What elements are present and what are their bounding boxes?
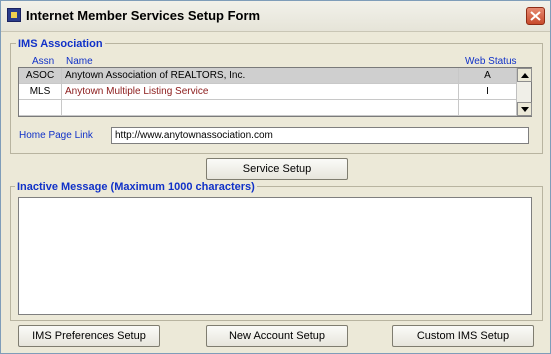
scroll-down-arrow-icon: [521, 107, 529, 112]
table-row[interactable]: MLS Anytown Multiple Listing Service I: [19, 84, 517, 100]
column-header-name: Name: [66, 56, 93, 67]
ims-association-label: IMS Association: [16, 38, 105, 50]
home-page-link-input[interactable]: [111, 127, 529, 144]
table-row-empty[interactable]: [19, 100, 517, 116]
scroll-down-button[interactable]: [517, 102, 532, 116]
scroll-up-button[interactable]: [517, 68, 532, 82]
scroll-up-arrow-icon: [521, 73, 529, 78]
app-icon: [7, 8, 21, 22]
setup-form-window: Internet Member Services Setup Form IMS …: [0, 0, 551, 354]
association-grid[interactable]: ASOC Anytown Association of REALTORS, In…: [18, 67, 532, 117]
service-setup-button[interactable]: Service Setup: [206, 158, 348, 180]
new-account-setup-button[interactable]: New Account Setup: [206, 325, 348, 347]
cell-web-status[interactable]: I: [459, 84, 517, 100]
cell-assn[interactable]: [19, 100, 62, 116]
close-button[interactable]: [526, 7, 545, 25]
home-page-link-label: Home Page Link: [19, 130, 93, 141]
inactive-message-label: Inactive Message (Maximum 1000 character…: [15, 181, 257, 193]
ims-preferences-setup-button[interactable]: IMS Preferences Setup: [18, 325, 160, 347]
cell-web-status[interactable]: A: [459, 68, 517, 84]
cell-name[interactable]: [62, 100, 459, 116]
grid-vertical-scrollbar[interactable]: [516, 68, 532, 116]
cell-name[interactable]: Anytown Multiple Listing Service: [62, 84, 459, 100]
cell-web-status[interactable]: [459, 100, 517, 116]
inactive-message-textarea[interactable]: [18, 197, 532, 315]
custom-ims-setup-button[interactable]: Custom IMS Setup: [392, 325, 534, 347]
column-header-assn: Assn: [32, 56, 55, 67]
title-bar[interactable]: Internet Member Services Setup Form: [1, 1, 550, 32]
cell-assn[interactable]: MLS: [19, 84, 62, 100]
table-row[interactable]: ASOC Anytown Association of REALTORS, In…: [19, 68, 517, 84]
window-title: Internet Member Services Setup Form: [26, 8, 261, 23]
close-icon: [530, 11, 541, 21]
cell-name[interactable]: Anytown Association of REALTORS, Inc.: [62, 68, 459, 84]
cell-assn[interactable]: ASOC: [19, 68, 62, 84]
column-header-web-status: Web Status: [465, 56, 517, 67]
